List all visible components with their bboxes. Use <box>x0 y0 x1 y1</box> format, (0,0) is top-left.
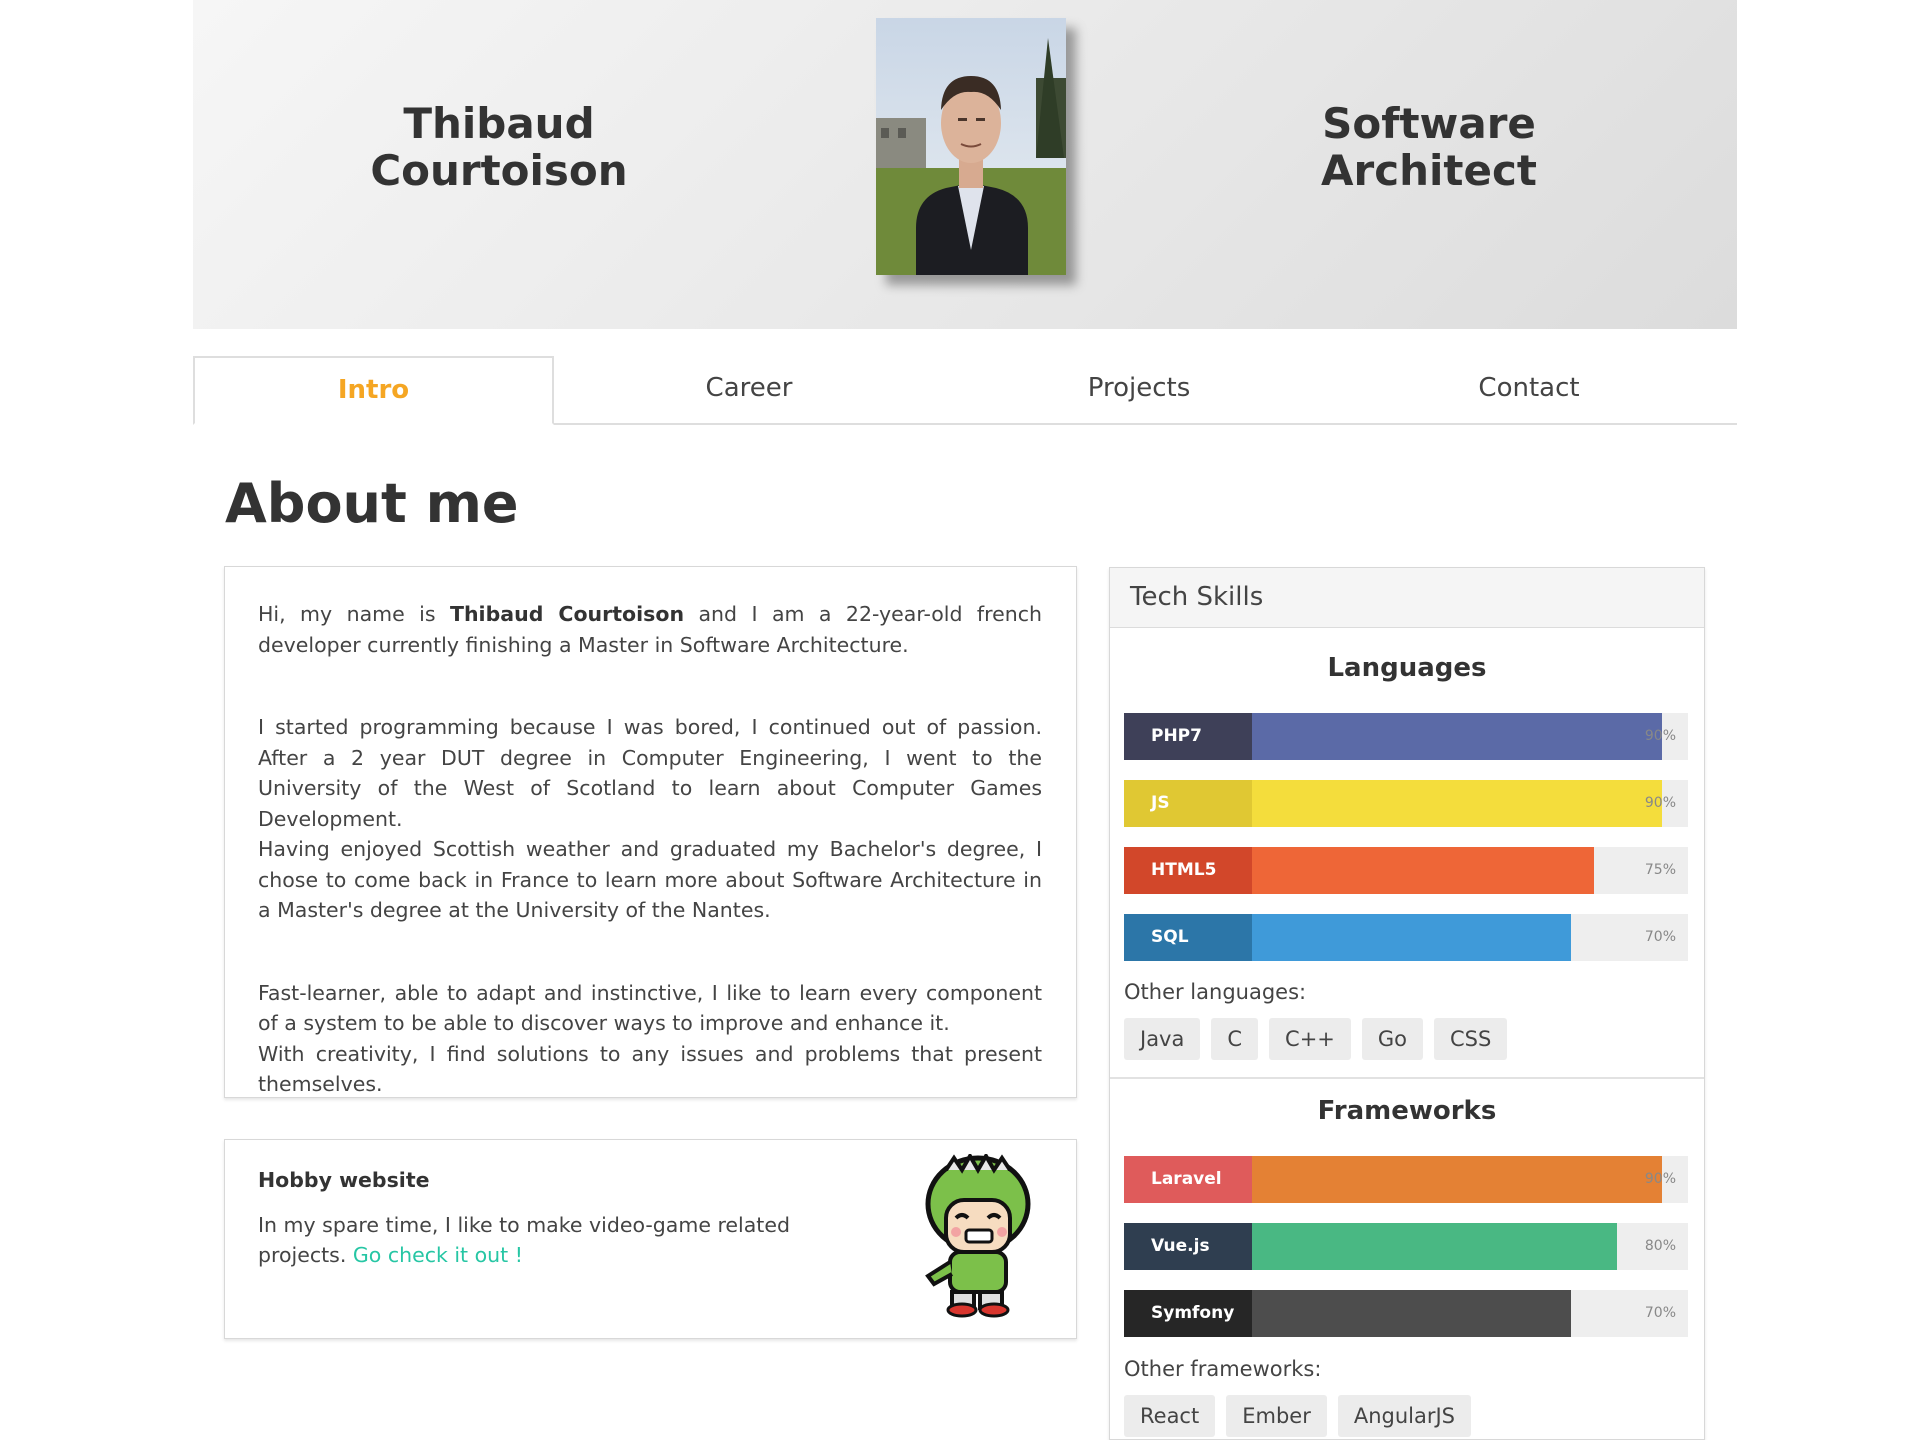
other-languages-list: Java C C++ Go CSS <box>1124 1018 1518 1060</box>
profile-photo <box>876 18 1066 275</box>
header-name: Thibaud Courtoison <box>349 100 649 194</box>
intro-paragraph-1: Hi, my name is Thibaud Courtoison and I … <box>258 599 1042 660</box>
skill-percent: 90% <box>1644 1171 1676 1187</box>
skill-percent: 70% <box>1644 929 1676 945</box>
skill-name: HTML5 <box>1124 847 1252 894</box>
skill-percent: 90% <box>1644 728 1676 744</box>
tech-skills-title: Tech Skills <box>1110 568 1704 628</box>
skill-name: PHP7 <box>1124 713 1252 760</box>
header-role: Software Architect <box>1279 100 1579 194</box>
language-skill-bar: SQL 70% <box>1124 914 1688 961</box>
skill-chip: React <box>1124 1395 1216 1437</box>
language-skill-bar: HTML5 75% <box>1124 847 1688 894</box>
tech-skills-panel: Tech Skills Languages PHP7 90% JS 90% HTML5 7… <box>1109 567 1705 1440</box>
hobby-text: In my spare time, I like to make video-g… <box>258 1210 798 1270</box>
section-divider <box>1110 1077 1704 1079</box>
header-name-last: Courtoison <box>370 146 628 195</box>
intro-paragraph-2b: Having enjoyed Scottish weather and grad… <box>258 837 1042 922</box>
hobby-link[interactable]: Go check it out ! <box>353 1243 523 1267</box>
tab-intro[interactable]: Intro <box>193 356 554 425</box>
tab-projects[interactable]: Projects <box>944 356 1334 423</box>
framework-skill-bar: Vue.js 80% <box>1124 1223 1688 1270</box>
skill-chip: CSS <box>1434 1018 1508 1060</box>
skill-level-fill <box>1252 1223 1617 1270</box>
skill-name: SQL <box>1124 914 1252 961</box>
skill-chip: Go <box>1361 1018 1424 1060</box>
header-name-first: Thibaud <box>403 99 595 148</box>
framework-skill-bar: Laravel 90% <box>1124 1156 1688 1203</box>
intro-paragraph-3b: With creativity, I find solutions to any… <box>258 1041 1042 1097</box>
skill-level-fill <box>1252 1290 1571 1337</box>
skill-chip: Ember <box>1226 1395 1327 1437</box>
skill-level-fill <box>1252 780 1662 827</box>
skill-name: JS <box>1124 780 1252 827</box>
dino-character-icon <box>925 1154 1031 1318</box>
profile-photo-image <box>876 18 1066 275</box>
skill-name: Laravel <box>1124 1156 1252 1203</box>
skill-percent: 70% <box>1644 1305 1676 1321</box>
skill-percent: 90% <box>1644 795 1676 811</box>
tab-contact[interactable]: Contact <box>1334 356 1724 423</box>
skill-percent: 75% <box>1644 862 1676 878</box>
hobby-card: Hobby website In my spare time, I like t… <box>224 1139 1077 1339</box>
skill-percent: 80% <box>1644 1238 1676 1254</box>
skill-chip: Java <box>1124 1018 1201 1060</box>
intro-text: Hi, my name is <box>258 602 450 626</box>
other-frameworks-label: Other frameworks: <box>1124 1357 1322 1381</box>
skill-chip: AngularJS <box>1337 1395 1472 1437</box>
language-skill-bar: JS 90% <box>1124 780 1688 827</box>
skill-name: Symfony <box>1124 1290 1252 1337</box>
header-role-line2: Architect <box>1321 146 1537 195</box>
nav-tabs: Intro Career Projects Contact <box>193 356 1737 425</box>
skill-level-fill <box>1252 1156 1662 1203</box>
intro-name: Thibaud Courtoison <box>449 602 685 626</box>
header-role-line1: Software <box>1322 99 1536 148</box>
skill-chip: C++ <box>1269 1018 1351 1060</box>
skill-chip: C <box>1211 1018 1259 1060</box>
other-languages-label: Other languages: <box>1124 980 1307 1004</box>
frameworks-title: Frameworks <box>1317 1096 1497 1126</box>
skill-name: Vue.js <box>1124 1223 1252 1270</box>
intro-paragraph-3a: Fast-learner, able to adapt and instinct… <box>258 980 1042 1036</box>
skill-level-fill <box>1252 713 1662 760</box>
language-skill-bar: PHP7 90% <box>1124 713 1688 760</box>
page-title: About me <box>225 472 519 535</box>
intro-paragraph-2a: I started programming because I was bore… <box>258 715 1042 831</box>
skill-level-fill <box>1252 914 1571 961</box>
page: Thibaud Courtoison Software Architect In… <box>193 0 1737 1440</box>
skill-level-fill <box>1252 847 1594 894</box>
hobby-description: In my spare time, I like to make video-g… <box>258 1213 790 1267</box>
tab-career[interactable]: Career <box>554 356 944 423</box>
profile-header: Thibaud Courtoison Software Architect <box>193 0 1737 329</box>
framework-skill-bar: Symfony 70% <box>1124 1290 1688 1337</box>
intro-card: Hi, my name is Thibaud Courtoison and I … <box>224 566 1077 1098</box>
languages-title: Languages <box>1327 653 1487 683</box>
other-frameworks-list: React Ember AngularJS <box>1124 1395 1482 1437</box>
